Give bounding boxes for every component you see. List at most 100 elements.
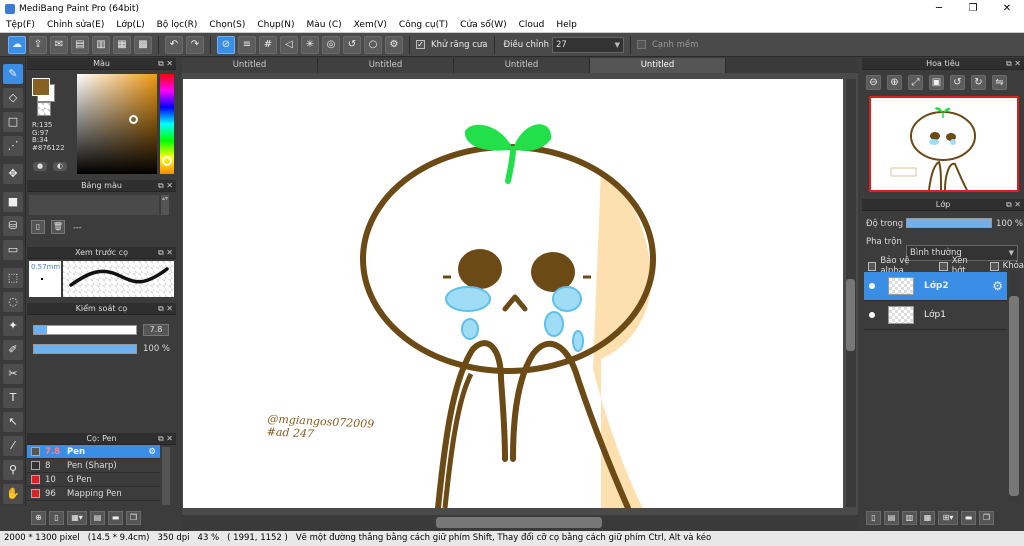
folder-icon[interactable]: ▬	[961, 511, 976, 525]
panel-close-icon[interactable]: ⧉ ✕	[158, 303, 173, 315]
adjust-dropdown[interactable]: 27 ▼	[551, 36, 624, 53]
text-tool-icon[interactable]: T	[3, 388, 23, 408]
divide-tool-icon[interactable]: ⁄	[3, 436, 23, 456]
new-palette-icon[interactable]: ▯	[31, 220, 45, 234]
page-icon[interactable]: ▥	[92, 35, 110, 54]
brush-copy-icon[interactable]: ▤	[90, 511, 105, 525]
comment-icon[interactable]: ✉	[50, 35, 68, 54]
move-tool-icon[interactable]: ✥	[3, 164, 23, 184]
eraser-tool-icon[interactable]: ◇	[3, 88, 23, 108]
brush-item-pen-sharp[interactable]: 8 Pen (Sharp)	[27, 459, 160, 473]
eyedropper-tool-icon[interactable]: ⚲	[3, 460, 23, 480]
document-icon[interactable]: ▤	[71, 35, 89, 54]
zoom-out-icon[interactable]: ⊖	[866, 75, 881, 90]
hue-slider-handle[interactable]	[162, 156, 172, 166]
brush-size-slider[interactable]	[33, 325, 137, 335]
horizontal-scrollbar[interactable]	[182, 515, 858, 530]
color-picker-square[interactable]	[77, 74, 157, 174]
gear-icon[interactable]: ⚙	[992, 279, 1003, 293]
brush-menu-icon[interactable]: ▦▾	[67, 511, 87, 525]
color-swap-button[interactable]: ◐	[53, 162, 67, 171]
duplicate-icon[interactable]: ❐	[979, 511, 994, 525]
operation-tool-icon[interactable]: ↖	[3, 412, 23, 432]
settings-gear-icon[interactable]: ⚙	[385, 35, 403, 54]
panel-icon[interactable]: ▦	[113, 35, 131, 54]
folder-icon[interactable]: ▬	[108, 511, 123, 525]
concentric-snap-icon[interactable]: ◎	[322, 35, 340, 54]
menu-edit[interactable]: Chỉnh sửa(E)	[41, 17, 110, 33]
gear-icon[interactable]: ⚙	[148, 447, 156, 457]
add-brush-icon[interactable]: ⊕	[31, 511, 46, 525]
lasso-tool-icon[interactable]: ◌	[3, 292, 23, 312]
menu-layer[interactable]: Lớp(L)	[110, 17, 150, 33]
visibility-eye-icon[interactable]	[869, 283, 875, 289]
tab-untitled-2[interactable]: Untitled	[318, 58, 454, 73]
menu-help[interactable]: Help	[550, 17, 583, 33]
brush-tool-icon[interactable]: ✎	[3, 64, 23, 84]
cross-snap-icon[interactable]: #	[259, 35, 277, 54]
panel-close-icon[interactable]: ⧉ ✕	[1006, 199, 1021, 211]
menu-tools[interactable]: Công cụ(T)	[393, 17, 454, 33]
close-button[interactable]: ✕	[990, 0, 1024, 17]
cloud-icon[interactable]: ☁	[8, 35, 26, 54]
menu-filter[interactable]: Bộ lọc(R)	[151, 17, 204, 33]
layer-item-1[interactable]: Lớp1	[864, 301, 1007, 330]
brush-item-pen[interactable]: 7.8 Pen ⚙	[27, 445, 160, 459]
horizontal-scroll-thumb[interactable]	[436, 517, 602, 528]
palette-scrollbar[interactable]: ▴▾	[161, 195, 169, 215]
new-layer-icon[interactable]: ▯	[866, 511, 881, 525]
rectangle-tool-icon[interactable]: □	[3, 112, 23, 132]
gradient-tool-icon[interactable]: ▭	[3, 240, 23, 260]
new-color-layer-icon[interactable]: ▤	[884, 511, 899, 525]
rotate-right-icon[interactable]: ↻	[971, 75, 986, 90]
menu-cloud[interactable]: Cloud	[513, 17, 551, 33]
tab-untitled-4[interactable]: Untitled	[590, 58, 726, 73]
navigator-preview[interactable]	[869, 96, 1019, 192]
panel-close-icon[interactable]: ⧉ ✕	[158, 180, 173, 192]
layer-menu-icon[interactable]: ⊞▾	[938, 511, 958, 525]
antialias-checkbox[interactable]: ✓	[416, 40, 425, 49]
fill-shape-tool-icon[interactable]: ■	[3, 192, 23, 212]
menu-color[interactable]: Màu (C)	[301, 17, 348, 33]
panel-close-icon[interactable]: ⧉ ✕	[158, 247, 173, 259]
brush-item-g-pen[interactable]: 10 G Pen	[27, 473, 160, 487]
lock-checkbox[interactable]	[990, 261, 999, 271]
menu-window[interactable]: Cửa sổ(W)	[454, 17, 512, 33]
curve-snap-icon[interactable]: ↺	[343, 35, 361, 54]
smooth-edge-checkbox[interactable]	[636, 40, 646, 49]
panel-close-icon[interactable]: ⧉ ✕	[158, 433, 173, 445]
transparent-color-swatch[interactable]	[37, 102, 51, 116]
tab-untitled-1[interactable]: Untitled	[182, 58, 318, 73]
fit-window-icon[interactable]: ⤢	[908, 75, 923, 90]
brush-list-scrollbar[interactable]	[162, 447, 170, 505]
new-brush-icon[interactable]: ▯	[49, 511, 64, 525]
color-mode-button[interactable]: ●	[33, 162, 47, 171]
redo-icon[interactable]: ↷	[186, 35, 204, 54]
layer-list-scrollbar[interactable]	[1009, 272, 1020, 502]
menu-view[interactable]: Xem(V)	[348, 17, 393, 33]
select-pen-tool-icon[interactable]: ✐	[3, 340, 23, 360]
panel-close-icon[interactable]: ⧉ ✕	[158, 58, 173, 70]
actual-size-icon[interactable]: ▣	[929, 75, 944, 90]
menu-select[interactable]: Chọn(S)	[203, 17, 251, 33]
menu-file[interactable]: Tệp(F)	[0, 17, 41, 33]
main-color-swatch[interactable]	[32, 78, 50, 96]
flip-icon[interactable]: ⇋	[992, 75, 1007, 90]
duplicate-icon[interactable]: ❐	[126, 511, 141, 525]
clipping-checkbox[interactable]	[939, 261, 948, 271]
delete-layer-icon[interactable]: ▦	[920, 511, 935, 525]
layer-opacity-slider[interactable]	[906, 218, 992, 228]
protect-alpha-checkbox[interactable]	[868, 261, 877, 271]
vertical-scrollbar[interactable]	[846, 79, 856, 507]
menu-snap[interactable]: Chụp(N)	[251, 17, 300, 33]
layer-scroll-thumb[interactable]	[1009, 296, 1019, 496]
hand-tool-icon[interactable]: ✋	[3, 484, 23, 504]
visibility-eye-icon[interactable]	[869, 312, 875, 318]
snap-off-icon[interactable]: ⊘	[217, 35, 235, 54]
select-tool-icon[interactable]: ⬚	[3, 268, 23, 288]
color-picker-cursor[interactable]	[129, 115, 138, 124]
copy-layer-icon[interactable]: ▥	[902, 511, 917, 525]
minimize-button[interactable]: ─	[922, 0, 956, 17]
magic-wand-tool-icon[interactable]: ✦	[3, 316, 23, 336]
hue-slider[interactable]	[160, 74, 174, 174]
